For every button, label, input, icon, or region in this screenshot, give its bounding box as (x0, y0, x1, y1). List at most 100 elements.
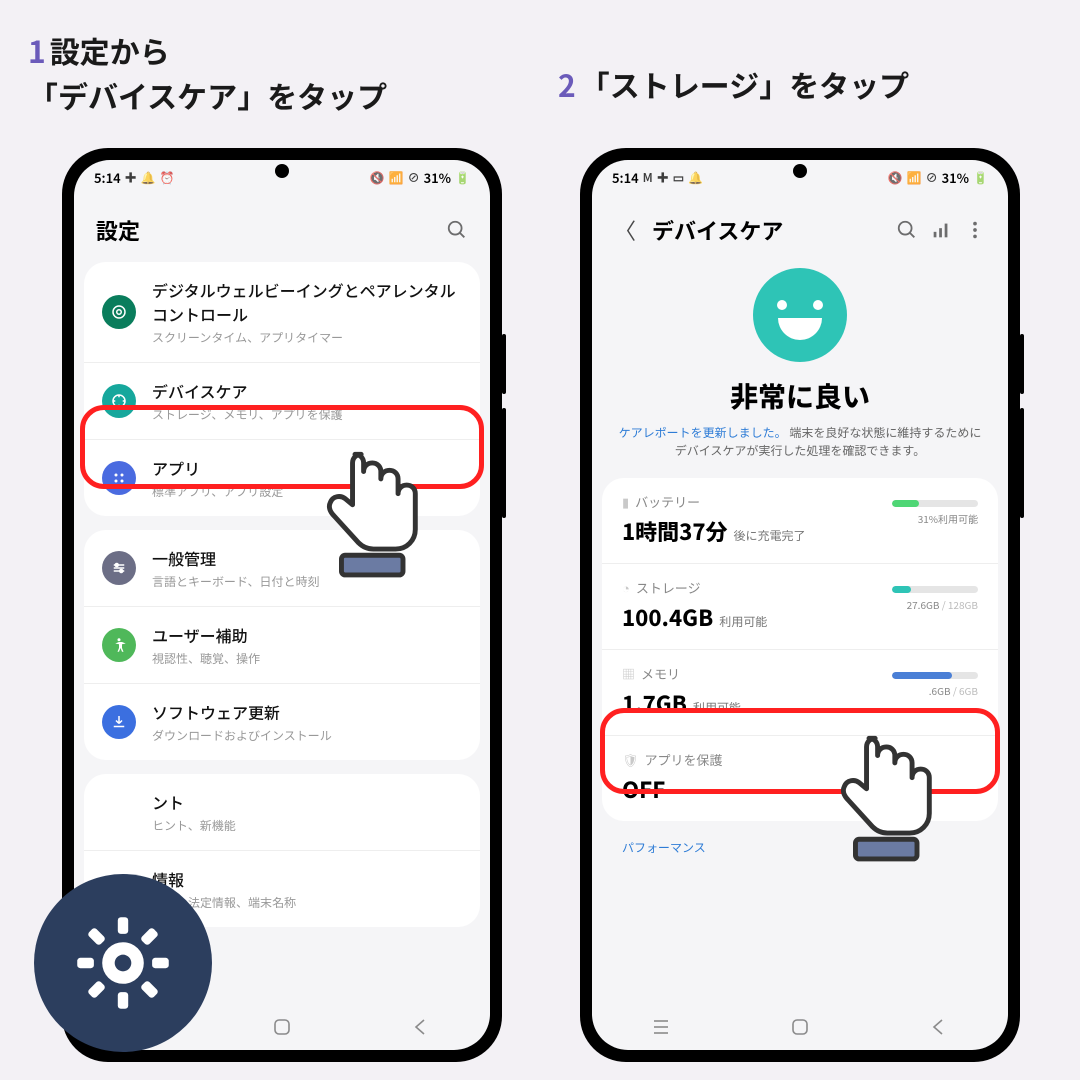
devicecare-content[interactable]: 非常に良い ケアレポートを更新しました。 端末を良好な状態に維持するためにデバイ… (592, 262, 1008, 1004)
row-subtitle: スクリーンタイム、アプリタイマー (152, 329, 462, 346)
row-title: デバイスケア (152, 379, 462, 403)
alarm-icon: ⏰ (160, 169, 175, 186)
metric-value: 100.4GB (622, 601, 713, 633)
settings-item-apps[interactable]: アプリ 標準アプリ、アプリ設定 (84, 439, 480, 516)
shield-icon: 🛡 (622, 750, 639, 769)
settings-item-general[interactable]: 一般管理 言語とキーボード、日付と時刻 (84, 530, 480, 606)
metric-value: OFF (622, 773, 665, 805)
total: 128GB (948, 597, 978, 612)
no-data-icon: ⊘ (408, 169, 420, 186)
plus-icon: ✚ (125, 169, 137, 186)
plus-icon: ✚ (657, 169, 669, 186)
status-time: 5:14 (612, 168, 639, 187)
wifi-icon: 📶 (389, 169, 404, 186)
row-subtitle: タス、法定情報、端末名称 (152, 894, 462, 911)
wellbeing-icon (102, 295, 136, 329)
card-icon: ▭ (673, 169, 684, 186)
row-subtitle: ストレージ、メモリ、アプリを保護 (152, 406, 462, 423)
settings-gear-badge (34, 874, 212, 1052)
signal-bars-icon[interactable] (930, 219, 952, 241)
memory-icon: ▦ (622, 664, 635, 683)
bell-icon: 🔔 (141, 169, 156, 186)
row-subtitle: 標準アプリ、アプリ設定 (152, 483, 462, 500)
page-title: デバイスケア (652, 214, 884, 246)
battery-icon: 🔋 (455, 169, 470, 186)
metric-label: アプリを保護 (645, 750, 723, 769)
navigation-bar (592, 1004, 1008, 1050)
status-message: ケアレポートを更新しました。 端末を良好な状態に維持するためにデバイスケアが実行… (616, 424, 984, 460)
step-text: 設定から「デバイスケア」をタップ (28, 28, 387, 117)
search-icon[interactable] (446, 219, 468, 241)
smiley-icon (753, 268, 847, 362)
mute-icon: 🔇 (370, 169, 385, 186)
general-icon (102, 551, 136, 585)
wifi-icon: 📶 (907, 169, 922, 186)
metric-label: バッテリー (635, 492, 700, 511)
row-title: ント (152, 790, 462, 814)
step-text: 「ストレージ」をタップ (580, 62, 909, 106)
back-button[interactable] (927, 1015, 951, 1039)
instruction-step-1: 1設定から「デバイスケア」をタップ (28, 28, 387, 118)
more-icon[interactable] (964, 219, 986, 241)
update-icon (102, 705, 136, 739)
battery-pct: 31% (424, 168, 451, 187)
home-button[interactable] (788, 1015, 812, 1039)
battery-bar: 31%利用可能 (892, 500, 978, 526)
metric-value: 1時間37分 (622, 515, 728, 547)
row-title: ユーザー補助 (152, 623, 462, 647)
metric-value: 1.7GB (622, 687, 687, 719)
settings-item-wellbeing[interactable]: デジタルウェルビーイングとペアレンタルコントロール スクリーンタイム、アプリタイ… (84, 262, 480, 362)
apps-icon (102, 461, 136, 495)
screen-devicecare: 5:14 M ✚ ▭ 🔔 🔇 📶 ⊘ 31% 🔋 〈 デバイスケア (592, 160, 1008, 1050)
settings-item-tips[interactable]: ント ヒント、新機能 (84, 774, 480, 850)
settings-item-devicecare[interactable]: デバイスケア ストレージ、メモリ、アプリを保護 (84, 362, 480, 439)
page-title: 設定 (96, 214, 434, 246)
search-icon[interactable] (896, 219, 918, 241)
settings-item-accessibility[interactable]: ユーザー補助 視認性、聴覚、操作 (84, 606, 480, 683)
used: 27.6GB (907, 597, 940, 612)
battery-pct: 31% (942, 168, 969, 187)
settings-header: 設定 (74, 194, 490, 262)
row-title: ソフトウェア更新 (152, 700, 462, 724)
status-time: 5:14 (94, 168, 121, 187)
status-text: 非常に良い (616, 376, 984, 416)
metric-suffix: 後に充電完了 (734, 527, 806, 544)
battery-icon: 🔋 (973, 169, 988, 186)
mute-icon: 🔇 (888, 169, 903, 186)
battery-icon: ▮ (622, 492, 629, 511)
devicecare-icon (102, 384, 136, 418)
total: 6GB (959, 683, 978, 698)
row-title: アプリ (152, 456, 462, 480)
metric-storage[interactable]: ◔ストレージ 100.4GB 利用可能 27.6GB / 128GB (602, 563, 998, 649)
metric-label: ストレージ (636, 578, 701, 597)
phone-frame-right: 5:14 M ✚ ▭ 🔔 🔇 📶 ⊘ 31% 🔋 〈 デバイスケア (580, 148, 1020, 1062)
row-subtitle: 視認性、聴覚、操作 (152, 650, 462, 667)
row-title: 情報 (152, 867, 462, 891)
metric-battery[interactable]: ▮ バッテリー 1時間37分 後に充電完了 31%利用可能 (602, 478, 998, 563)
mail-icon: M (643, 169, 653, 186)
gear-icon (71, 911, 175, 1015)
metric-memory[interactable]: ▦メモリ 1.7GB 利用可能 .6GB / 6GB (602, 649, 998, 735)
bar-caption: 31%利用可能 (892, 511, 978, 526)
metric-app-protect[interactable]: 🛡 アプリを保護 OFF (602, 735, 998, 821)
recents-button[interactable] (649, 1015, 673, 1039)
no-data-icon: ⊘ (926, 169, 938, 186)
camera-notch (275, 164, 289, 178)
performance-section-label: パフォーマンス (602, 835, 998, 860)
accessibility-icon (102, 628, 136, 662)
report-link[interactable]: ケアレポートを更新しました。 (619, 424, 787, 441)
status-summary: 非常に良い ケアレポートを更新しました。 端末を良好な状態に維持するためにデバイ… (602, 262, 998, 478)
home-button[interactable] (270, 1015, 294, 1039)
metric-suffix: 利用可能 (719, 613, 767, 630)
row-subtitle: 言語とキーボード、日付と時刻 (152, 573, 462, 590)
row-title: 一般管理 (152, 546, 462, 570)
back-chevron-icon[interactable]: 〈 (614, 214, 636, 246)
step-number: 1 (28, 28, 46, 72)
settings-item-software-update[interactable]: ソフトウェア更新 ダウンロードおよびインストール (84, 683, 480, 760)
row-title: デジタルウェルビーイングとペアレンタルコントロール (152, 278, 462, 326)
bell-icon: 🔔 (688, 169, 703, 186)
row-subtitle: ヒント、新機能 (152, 817, 462, 834)
back-button[interactable] (409, 1015, 433, 1039)
row-subtitle: ダウンロードおよびインストール (152, 727, 462, 744)
instruction-step-2: 2「ストレージ」をタップ (558, 62, 909, 107)
